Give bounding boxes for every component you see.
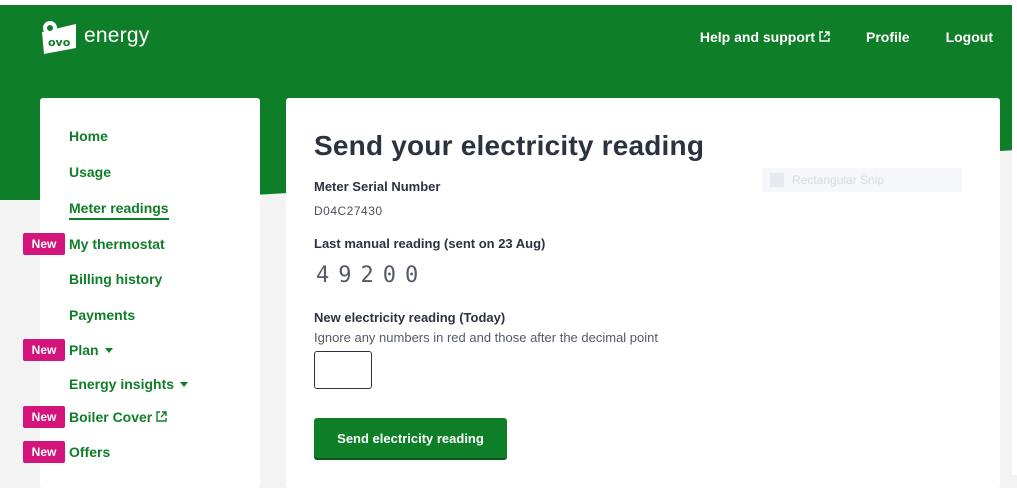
snip-overlay: Rectangular Snip [762, 168, 962, 192]
sidebar-item-label: Energy insights [69, 376, 175, 392]
meter-serial-value: D04C27430 [314, 204, 383, 218]
top-edge [0, 0, 1017, 5]
sidebar-item-usage[interactable]: Usage [69, 164, 111, 180]
sidebar-item-label: Payments [69, 307, 136, 323]
chevron-down-icon [180, 381, 189, 387]
new-badge: New [23, 339, 65, 361]
sidebar-item-meter-readings[interactable]: Meter readings [69, 200, 169, 220]
sidebar-item-label: Billing history [69, 271, 163, 287]
sidebar: Home Usage Meter readings New My thermos… [23, 98, 260, 488]
ovo-logo-icon: ovo [40, 18, 78, 54]
page-title: Send your electricity reading [314, 130, 705, 161]
snip-icon [770, 173, 784, 187]
snip-label: Rectangular Snip [792, 173, 885, 187]
sidebar-item-my-thermostat[interactable]: My thermostat [69, 236, 165, 252]
right-edge [1012, 0, 1017, 475]
sidebar-item-payments[interactable]: Payments [69, 307, 135, 323]
sidebar-item-label: Usage [69, 164, 112, 180]
sidebar-item-label: Plan [69, 342, 99, 358]
sidebar-item-home[interactable]: Home [69, 128, 108, 144]
logout-link[interactable]: Logout [946, 29, 993, 45]
help-and-support-link[interactable]: Help and support [700, 29, 830, 45]
sidebar-item-boiler-cover[interactable]: Boiler Cover [69, 409, 167, 425]
sidebar-item-label: Home [69, 128, 108, 144]
sidebar-item-energy-insights[interactable]: Energy insights [69, 376, 189, 392]
help-and-support-label: Help and support [699, 29, 815, 45]
svg-text:ovo: ovo [48, 36, 71, 49]
sidebar-item-label: Boiler Cover [69, 409, 153, 425]
profile-link[interactable]: Profile [866, 29, 910, 45]
reading-input[interactable] [314, 351, 372, 389]
new-badge: New [23, 441, 65, 463]
sidebar-item-label: Meter readings [69, 200, 169, 220]
brand-name: energy [84, 24, 150, 47]
meter-serial-label: Meter Serial Number [314, 179, 441, 194]
reading-card: Send your electricity reading Rectangula… [286, 98, 1000, 488]
new-badge: New [23, 233, 65, 255]
brand-logo[interactable]: ovo energy [40, 18, 149, 54]
last-reading-value: 49200 [316, 263, 428, 288]
sidebar-item-billing-history[interactable]: Billing history [69, 271, 162, 287]
sidebar-item-plan[interactable]: Plan [69, 342, 113, 358]
sidebar-item-offers[interactable]: Offers [69, 444, 110, 460]
external-link-icon [156, 409, 167, 425]
last-reading-label: Last manual reading (sent on 23 Aug) [314, 236, 546, 251]
new-badge: New [23, 406, 65, 428]
external-link-icon [819, 29, 830, 45]
new-reading-hint: Ignore any numbers in red and those afte… [314, 330, 658, 345]
sidebar-item-label: My thermostat [69, 236, 165, 252]
new-reading-label: New electricity reading (Today) [314, 310, 506, 325]
chevron-down-icon [104, 347, 113, 353]
top-navigation: Help and support Profile Logout [700, 29, 993, 45]
send-reading-button[interactable]: Send electricity reading [314, 418, 507, 458]
sidebar-item-label: Offers [69, 444, 111, 460]
